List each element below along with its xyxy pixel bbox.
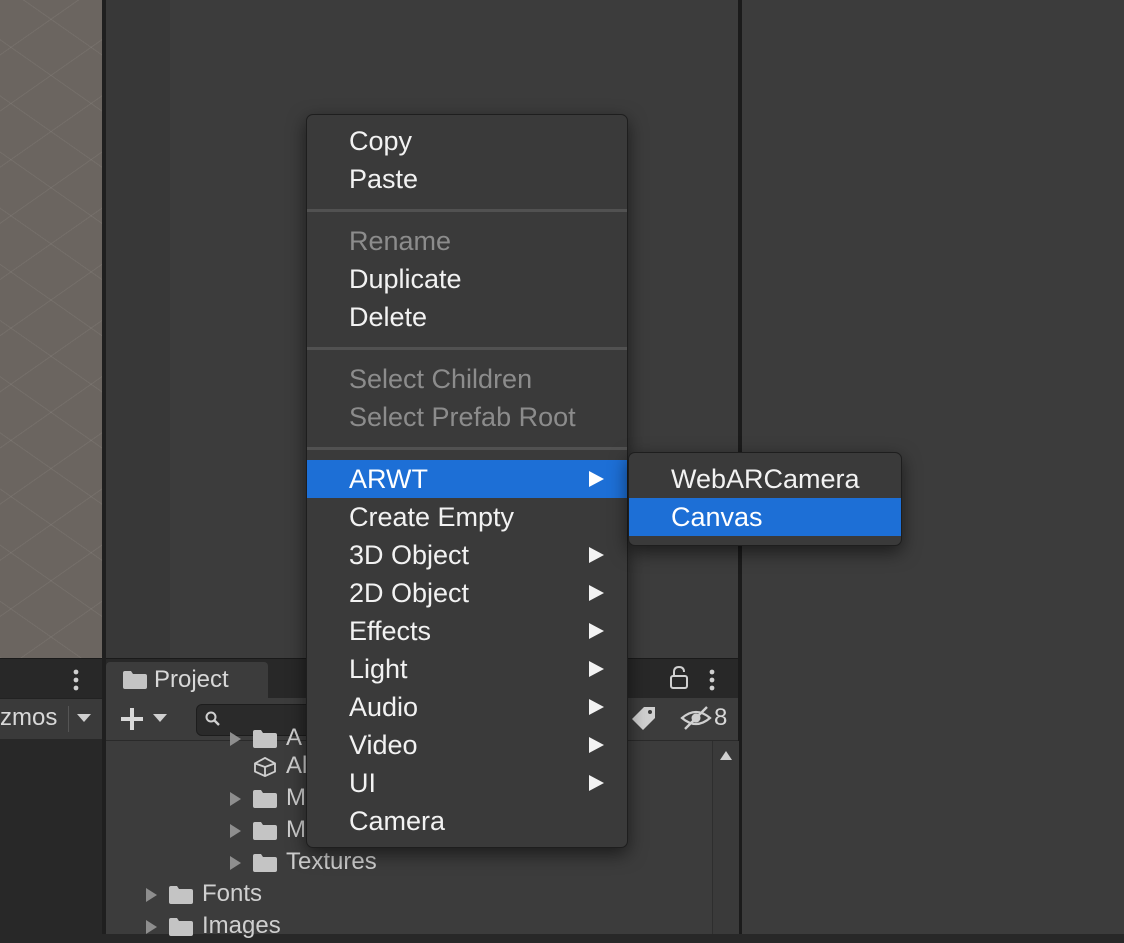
submenu-arrow-icon — [589, 737, 604, 753]
menu-item-select-children: Select Children — [349, 364, 533, 394]
label-tag-icon[interactable] — [630, 704, 658, 732]
hidden-count: 8 — [714, 704, 728, 731]
menu-item-paste[interactable]: Paste — [307, 160, 627, 198]
submenu-arrow-icon — [589, 471, 604, 487]
folder-icon — [253, 854, 277, 872]
gizmos-button[interactable]: zmos — [0, 704, 57, 732]
lock-icon[interactable] — [668, 666, 690, 690]
scene-tabbar — [0, 658, 102, 697]
hierarchy-gutter — [106, 0, 170, 658]
submenu-arrow-icon — [589, 585, 604, 601]
tree-row-label: Fonts — [202, 880, 263, 907]
menu-item-effects[interactable]: Effects — [307, 612, 627, 650]
search-icon — [205, 711, 220, 726]
toolbar-divider — [68, 706, 69, 732]
more-options-icon[interactable] — [70, 668, 82, 692]
folder-icon — [253, 822, 277, 840]
chevron-down-icon[interactable] — [150, 710, 170, 726]
scene-view[interactable] — [0, 0, 102, 658]
context-menu: Copy Paste Rename Duplicate Delete Selec… — [306, 114, 628, 848]
unity-icon — [254, 757, 276, 777]
menu-separator — [307, 209, 627, 212]
tree-row[interactable]: Fonts — [144, 879, 384, 911]
arwt-submenu: WebARCamera Canvas — [628, 452, 902, 546]
eye-hidden-icon[interactable] — [680, 704, 712, 732]
tree-row-label: Textures — [286, 848, 377, 875]
foldout-arrow-icon[interactable] — [228, 855, 242, 871]
tree-row-label: A — [286, 724, 303, 751]
folder-icon — [169, 918, 193, 936]
submenu-arrow-icon — [589, 775, 604, 791]
tree-row-label: Images — [202, 912, 281, 939]
foldout-arrow-icon[interactable] — [228, 791, 242, 807]
submenu-arrow-icon — [589, 623, 604, 639]
tab-project-label: Project — [154, 666, 229, 693]
menu-item-duplicate[interactable]: Duplicate — [307, 260, 627, 298]
tree-row-label: M — [286, 816, 306, 843]
chevron-down-icon[interactable] — [74, 710, 94, 726]
menu-item-arwt[interactable]: ARWT — [307, 460, 627, 498]
submenu-arrow-icon — [589, 699, 604, 715]
more-options-icon[interactable] — [706, 668, 718, 692]
tree-row-label: M — [286, 784, 306, 811]
menu-item-3d-object[interactable]: 3D Object — [307, 536, 627, 574]
foldout-arrow-icon[interactable] — [144, 887, 158, 903]
tree-row[interactable]: Textures — [228, 847, 468, 879]
menu-item-light[interactable]: Light — [307, 650, 627, 688]
menu-item-ui[interactable]: UI — [307, 764, 627, 802]
add-icon[interactable] — [118, 706, 146, 732]
menu-item-delete[interactable]: Delete — [307, 298, 627, 336]
menu-item-create-empty[interactable]: Create Empty — [307, 498, 627, 536]
submenu-item-webarcamera[interactable]: WebARCamera — [629, 460, 901, 498]
menu-item-select-prefab-root: Select Prefab Root — [349, 402, 576, 432]
menu-item-2d-object[interactable]: 2D Object — [307, 574, 627, 612]
menu-item-copy[interactable]: Copy — [307, 122, 627, 160]
submenu-item-canvas[interactable]: Canvas — [629, 498, 901, 536]
tree-row-label: Al — [286, 752, 308, 779]
menu-item-video[interactable]: Video — [307, 726, 627, 764]
scroll-up-icon[interactable] — [718, 748, 734, 762]
menu-separator — [307, 447, 627, 450]
submenu-arrow-icon — [589, 547, 604, 563]
foldout-arrow-icon[interactable] — [144, 919, 158, 935]
menu-item-rename: Rename — [349, 226, 452, 256]
scene-lower-area — [0, 739, 102, 934]
submenu-arrow-icon — [589, 661, 604, 677]
foldout-arrow-icon[interactable] — [228, 823, 242, 839]
folder-icon — [169, 886, 193, 904]
folder-icon — [123, 671, 147, 689]
tree-row[interactable]: Images — [144, 911, 384, 943]
scrollbar[interactable] — [712, 741, 739, 934]
menu-item-audio[interactable]: Audio — [307, 688, 627, 726]
folder-icon — [253, 730, 277, 748]
foldout-arrow-icon[interactable] — [228, 731, 242, 747]
menu-item-camera[interactable]: Camera — [307, 802, 627, 840]
menu-separator — [307, 347, 627, 350]
folder-icon — [253, 790, 277, 808]
